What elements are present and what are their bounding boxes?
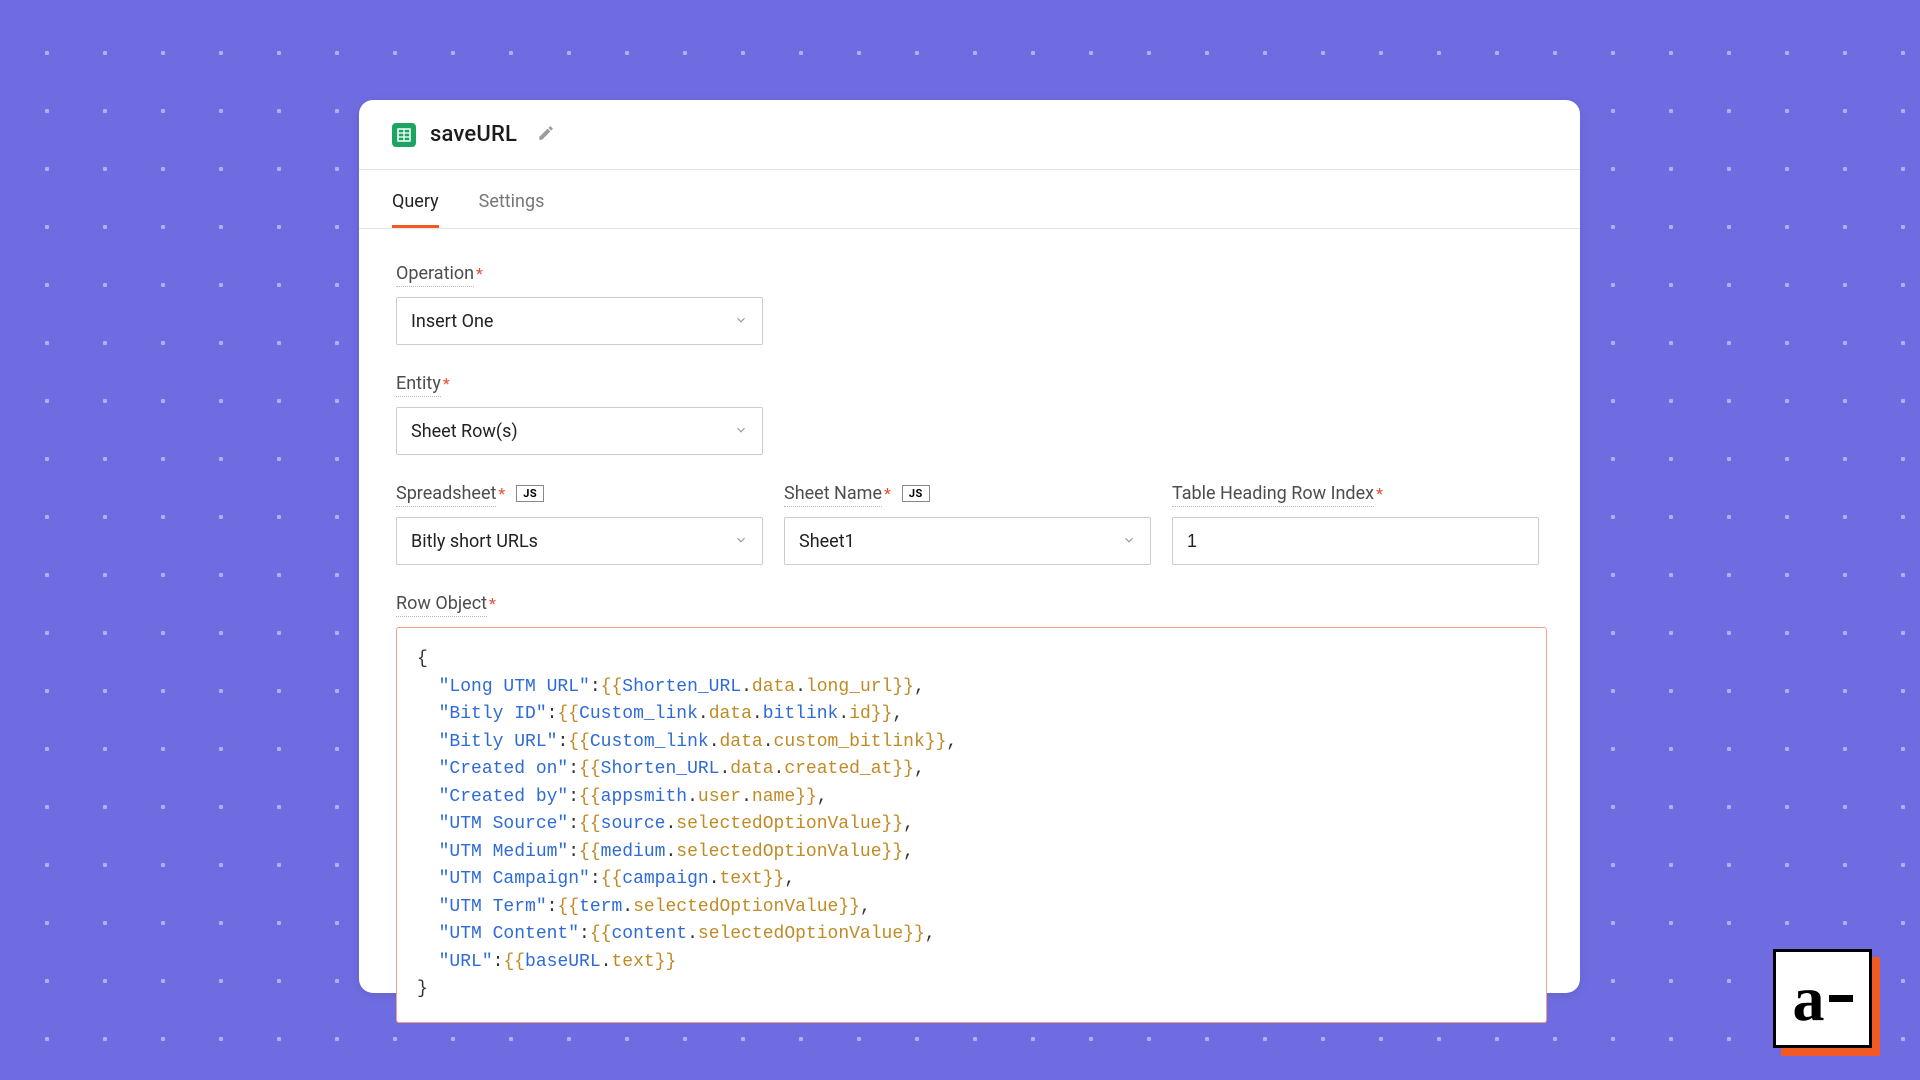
google-sheets-icon — [392, 123, 416, 147]
select-value: Bitly short URLs — [411, 531, 538, 552]
select-sheet-name[interactable]: Sheet1 — [784, 517, 1151, 565]
required-marker: * — [443, 374, 450, 393]
label-operation: Operation — [396, 263, 474, 287]
required-marker: * — [489, 594, 496, 613]
select-value: Sheet Row(s) — [411, 421, 518, 442]
chevron-down-icon — [734, 421, 748, 442]
panel-header: saveURL — [359, 100, 1580, 169]
field-heading-index: Table Heading Row Index* — [1172, 483, 1547, 565]
select-value: Insert One — [411, 311, 493, 332]
pencil-icon[interactable] — [537, 124, 555, 146]
required-marker: * — [1376, 484, 1383, 503]
query-title: saveURL — [430, 122, 517, 147]
input-heading-index[interactable] — [1172, 517, 1539, 565]
field-operation: Operation* Insert One — [396, 263, 1547, 345]
select-entity[interactable]: Sheet Row(s) — [396, 407, 763, 455]
field-spreadsheet: Spreadsheet* JS Bitly short URLs — [396, 483, 763, 565]
row-sheet-config: Spreadsheet* JS Bitly short URLs Sheet N… — [396, 483, 1547, 565]
chevron-down-icon — [1122, 531, 1136, 552]
field-sheet-name: Sheet Name* JS Sheet1 — [784, 483, 1151, 565]
required-marker: * — [884, 484, 891, 503]
tabs: Query Settings — [359, 170, 1580, 228]
form-body: Operation* Insert One Entity* Sheet Row(… — [359, 229, 1580, 1023]
select-operation[interactable]: Insert One — [396, 297, 763, 345]
tab-settings[interactable]: Settings — [479, 173, 545, 228]
required-marker: * — [498, 484, 505, 503]
label-entity: Entity — [396, 373, 441, 397]
appsmith-logo: a — [1773, 949, 1872, 1048]
label-heading-index: Table Heading Row Index — [1172, 483, 1374, 507]
select-value: Sheet1 — [799, 531, 855, 552]
logo-letter: a — [1793, 962, 1825, 1036]
chevron-down-icon — [734, 531, 748, 552]
field-entity: Entity* Sheet Row(s) — [396, 373, 1547, 455]
label-sheet-name: Sheet Name — [784, 483, 882, 507]
chevron-down-icon — [734, 311, 748, 332]
query-panel: saveURL Query Settings Operation* Insert… — [359, 100, 1580, 993]
tab-query[interactable]: Query — [392, 173, 439, 228]
row-object-editor[interactable]: { "Long UTM URL":{{Shorten_URL.data.long… — [396, 627, 1547, 1023]
label-row-object: Row Object — [396, 593, 487, 617]
required-marker: * — [476, 264, 483, 283]
label-spreadsheet: Spreadsheet — [396, 483, 496, 507]
select-spreadsheet[interactable]: Bitly short URLs — [396, 517, 763, 565]
js-badge[interactable]: JS — [516, 485, 544, 502]
js-badge[interactable]: JS — [902, 485, 930, 502]
field-row-object: Row Object* { "Long UTM URL":{{Shorten_U… — [396, 593, 1547, 1023]
